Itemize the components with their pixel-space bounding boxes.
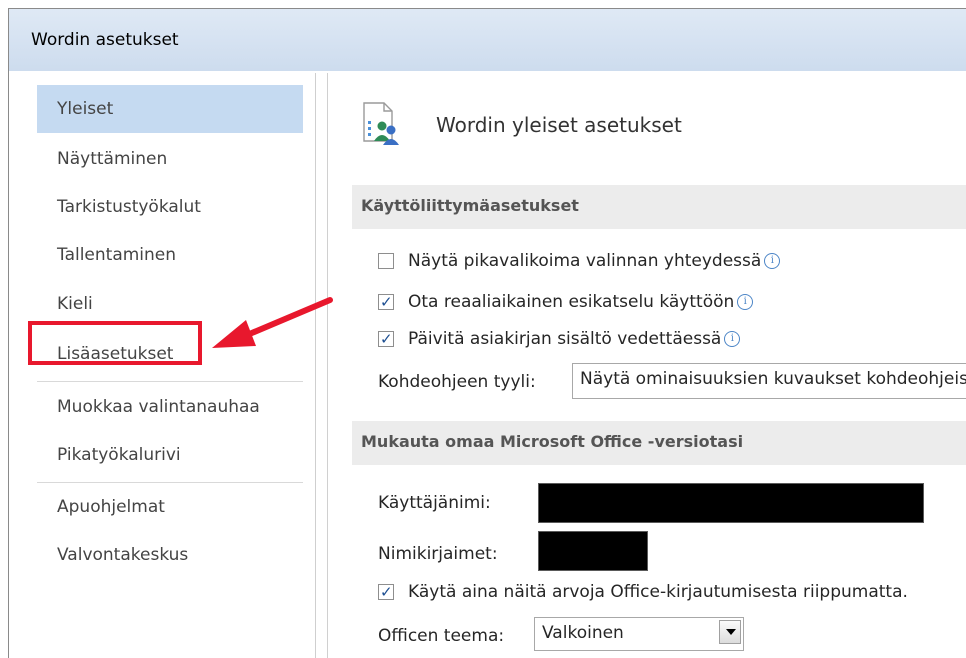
annotation-arrow-icon xyxy=(212,297,333,348)
